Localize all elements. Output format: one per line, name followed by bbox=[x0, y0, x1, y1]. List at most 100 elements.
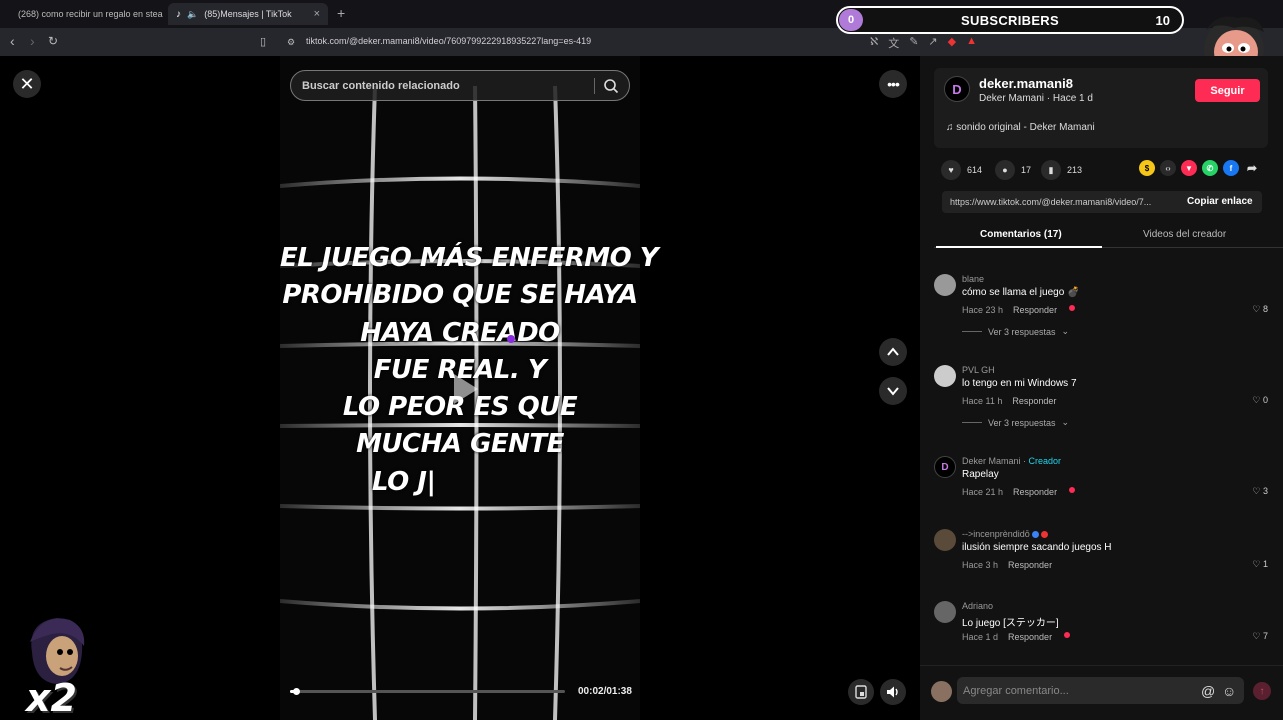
copy-link-button[interactable]: Copiar enlace bbox=[1187, 196, 1253, 207]
comment-like[interactable]: ♡ 0 bbox=[1252, 395, 1268, 406]
comment-text: Rapelay bbox=[962, 469, 999, 480]
alert-icon[interactable]: ▲ bbox=[966, 35, 977, 51]
comment-username[interactable]: Deker Mamani · Creador bbox=[962, 456, 1061, 466]
chevron-down-icon: ⌄ bbox=[1061, 326, 1070, 336]
comment-like[interactable]: ♡ 7 bbox=[1252, 631, 1268, 642]
close-video-button[interactable]: ✕ bbox=[13, 70, 41, 98]
search-icon[interactable] bbox=[603, 78, 619, 94]
comment-user-name: -->incenprèndidō bbox=[962, 529, 1030, 539]
save-stat[interactable]: ▮ 213 bbox=[1041, 160, 1082, 180]
new-tab-button[interactable]: + bbox=[337, 5, 345, 21]
extension-icons: ℵ 文 ✎ ↗ ◆ ▲ bbox=[870, 35, 977, 51]
previous-video-button[interactable] bbox=[879, 338, 907, 366]
play-icon[interactable] bbox=[444, 369, 484, 409]
tab-youtube[interactable]: (268) como recibir un regalo en stea bbox=[4, 3, 164, 25]
comment-item: blane cómo se llama el juego 💣 Hace 23 h… bbox=[934, 274, 1274, 344]
caption-line: HAYA CREADO bbox=[360, 317, 560, 348]
caption-line: MUCHA GENTE bbox=[356, 429, 564, 460]
tab-creator-videos[interactable]: Videos del creador bbox=[1143, 229, 1226, 240]
replies-dash bbox=[962, 422, 982, 423]
comment-username[interactable]: Adriano bbox=[962, 601, 993, 611]
blue-dot-icon bbox=[1031, 531, 1039, 539]
comment-meta: Hace 21 h Responder bbox=[962, 487, 1076, 497]
search-divider bbox=[594, 78, 595, 94]
more-icon: ••• bbox=[887, 76, 900, 92]
shield-icon[interactable]: ◆ bbox=[948, 35, 956, 51]
share-options: $ ‹› ▼ ✆ f ➦ bbox=[1139, 160, 1260, 176]
caption-line: LO J| bbox=[372, 466, 436, 497]
comment-like-count: 7 bbox=[1262, 631, 1268, 641]
close-tab-icon[interactable]: × bbox=[314, 8, 320, 20]
creator-username[interactable]: deker.mamani8 bbox=[979, 76, 1073, 91]
share-link[interactable]: https://www.tiktok.com/@deker.mamani8/vi… bbox=[950, 197, 1175, 207]
extension-icon[interactable]: ℵ bbox=[870, 35, 878, 51]
emoji-icon[interactable]: ☺ bbox=[1222, 683, 1236, 699]
comment-user-name: Deker Mamani bbox=[962, 456, 1021, 466]
comment-stat[interactable]: ● 17 bbox=[995, 160, 1031, 180]
share-arrow-icon[interactable]: ➦ bbox=[1244, 160, 1260, 176]
caption-line: EL JUEGO MÁS ENFERMO Y bbox=[280, 243, 659, 273]
commenter-avatar[interactable] bbox=[934, 529, 956, 551]
related-search-bar[interactable]: Buscar contenido relacionado bbox=[290, 70, 630, 101]
commenter-avatar[interactable] bbox=[934, 274, 956, 296]
whatsapp-icon[interactable]: ✆ bbox=[1202, 160, 1218, 176]
comment-username[interactable]: blane bbox=[962, 274, 984, 284]
coin-icon[interactable]: $ bbox=[1139, 160, 1155, 176]
pip-button[interactable] bbox=[848, 679, 874, 705]
commenter-avatar[interactable] bbox=[934, 601, 956, 623]
like-stat[interactable]: ♥ 614 bbox=[941, 160, 982, 180]
comment-like[interactable]: ♡ 1 bbox=[1252, 559, 1268, 570]
creator-liked-icon bbox=[1069, 487, 1076, 493]
creator-avatar[interactable]: D bbox=[944, 76, 970, 102]
view-replies[interactable]: Ver 3 respuestas ⌄ bbox=[962, 417, 1069, 428]
reply-button[interactable]: Responder bbox=[1008, 560, 1052, 570]
reply-button[interactable]: Responder bbox=[1013, 487, 1057, 497]
tab-tiktok[interactable]: ♪ 🔈 (85)Mensajes | TikTok × bbox=[168, 3, 328, 25]
site-info-icon[interactable]: ⚙ bbox=[287, 37, 295, 48]
commenter-avatar[interactable]: D bbox=[934, 456, 956, 478]
embed-icon[interactable]: ‹› bbox=[1160, 160, 1176, 176]
volume-button[interactable] bbox=[880, 679, 906, 705]
facebook-icon[interactable]: f bbox=[1223, 160, 1239, 176]
comment-meta: Hace 1 d Responder bbox=[962, 632, 1071, 642]
comment-meta: Hace 11 h Responder bbox=[962, 396, 1056, 406]
reload-icon[interactable]: ↻ bbox=[48, 34, 58, 48]
video-time: 00:02/01:38 bbox=[578, 686, 632, 697]
comment-username[interactable]: PVL GH bbox=[962, 365, 995, 375]
music-info[interactable]: ♫ sonido original - Deker Mamani bbox=[946, 122, 1095, 133]
bookmark-icon[interactable]: ▯ bbox=[260, 35, 266, 48]
comment-like[interactable]: ♡ 8 bbox=[1252, 304, 1268, 315]
creator-badge: Creador bbox=[1028, 456, 1062, 466]
more-options-button[interactable]: ••• bbox=[879, 70, 907, 98]
reply-button[interactable]: Responder bbox=[1008, 632, 1052, 642]
reply-button[interactable]: Responder bbox=[1013, 305, 1057, 315]
commenter-avatar[interactable] bbox=[934, 365, 956, 387]
speaker-icon: 🔈 bbox=[187, 8, 199, 19]
comment-like-count: 1 bbox=[1262, 559, 1268, 569]
address-bar[interactable]: tiktok.com/@deker.mamani8/video/76097992… bbox=[306, 36, 591, 46]
follow-button[interactable]: Seguir bbox=[1195, 79, 1260, 102]
next-video-button[interactable] bbox=[879, 377, 907, 405]
comment-time: Hace 11 h bbox=[962, 396, 1003, 406]
save-count: 213 bbox=[1067, 165, 1083, 175]
volume-icon bbox=[887, 686, 898, 698]
tab-comments[interactable]: Comentarios (17) bbox=[980, 229, 1062, 240]
translate-icon[interactable]: 文 bbox=[888, 35, 899, 51]
edit-icon[interactable]: ✎ bbox=[909, 35, 918, 51]
back-icon[interactable]: ‹ bbox=[10, 33, 15, 49]
comment-username[interactable]: -->incenprèndidō bbox=[962, 529, 1048, 539]
search-placeholder: Buscar contenido relacionado bbox=[302, 79, 460, 92]
view-replies[interactable]: Ver 3 respuestas ⌄ bbox=[962, 326, 1069, 337]
comment-item: Adriano Lo juego [ステッカー] Hace 1 d Respon… bbox=[934, 601, 1274, 651]
reply-button[interactable]: Responder bbox=[1012, 396, 1056, 406]
forward-icon[interactable]: › bbox=[30, 33, 35, 49]
my-avatar bbox=[931, 681, 952, 702]
replies-dash bbox=[962, 331, 982, 332]
progress-handle[interactable] bbox=[292, 688, 300, 695]
post-comment-button[interactable]: ↑ bbox=[1253, 682, 1271, 700]
comment-like[interactable]: ♡ 3 bbox=[1252, 486, 1268, 497]
mention-icon[interactable]: @ bbox=[1201, 683, 1215, 699]
share-icon[interactable]: ↗ bbox=[928, 35, 937, 51]
send-icon[interactable]: ▼ bbox=[1181, 160, 1197, 176]
video-progress-bar[interactable] bbox=[290, 688, 565, 695]
